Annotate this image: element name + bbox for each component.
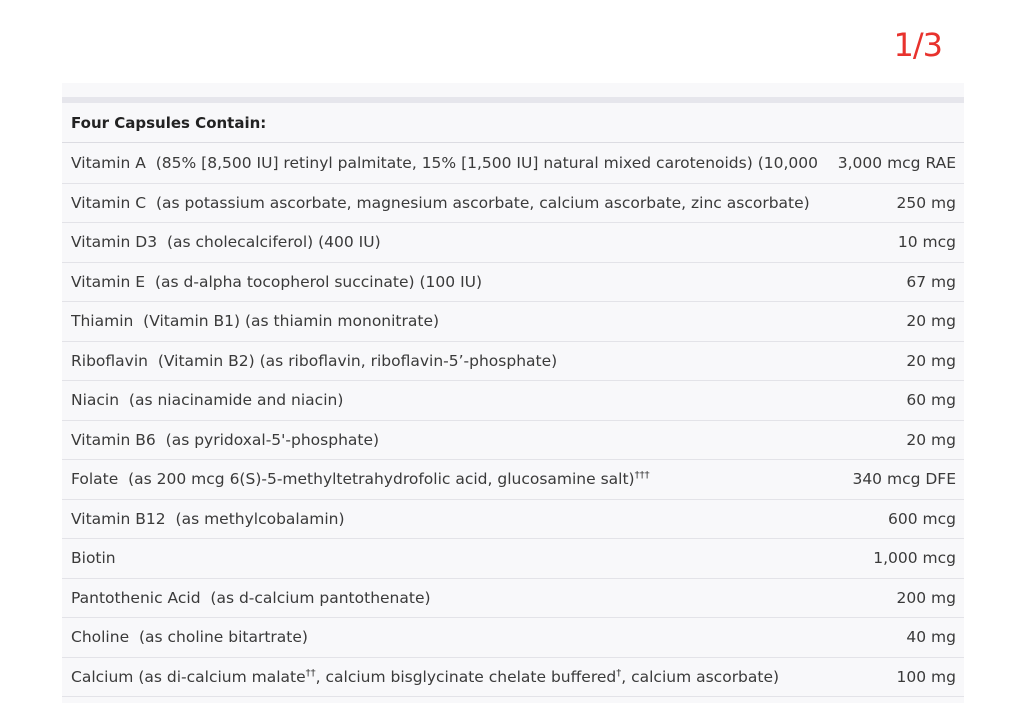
nutrient-amount: 67 mg	[906, 272, 956, 291]
nutrient-detail: (as potassium ascorbate, magnesium ascor…	[146, 193, 810, 212]
nutrient-amount: 200 mg	[896, 588, 956, 607]
nutrient-detail: (as choline bitartrate)	[129, 628, 308, 647]
nutrient-detail: (Vitamin B2) (as riboflavin, riboflavin-…	[147, 351, 558, 370]
nutrient-description: Vitamin A (85% [8,500 IU] retinyl palmit…	[71, 154, 818, 172]
supplement-facts-table: Four Capsules Contain: Vitamin A (85% [8…	[62, 83, 964, 703]
nutrient-name: Calcium	[71, 667, 134, 686]
footnote-marker: †††	[634, 470, 650, 482]
nutrient-name: Vitamin E	[71, 272, 146, 291]
table-row: Vitamin B12 (as methylcobalamin) 600 mcg	[62, 500, 964, 539]
table-row: Vitamin B6 (as pyridoxal-5'-phosphate) 20…	[62, 421, 964, 460]
page-indicator: 1/3	[893, 26, 943, 64]
table-row: Calcium (as di-calcium malate††, calcium…	[62, 658, 964, 697]
nutrient-detail: , calcium ascorbate)	[621, 667, 780, 686]
nutrient-detail: (85% [8,500 IU] retinyl palmitate, 15% […	[145, 154, 818, 173]
nutrient-amount: 20 mg	[906, 312, 956, 331]
nutrient-name: Vitamin D3	[71, 233, 158, 252]
nutrient-amount: 600 mcg	[888, 509, 956, 528]
nutrient-amount: 40 mg	[906, 628, 956, 647]
nutrient-amount: 20 mg	[906, 430, 956, 449]
table-row: Pantothenic Acid (as d-calcium pantothen…	[62, 579, 964, 618]
table-row: Vitamin D3 (as cholecalciferol) (400 IU)…	[62, 223, 964, 263]
nutrient-description: Thiamin (Vitamin B1) (as thiamin mononit…	[71, 312, 439, 330]
nutrient-amount: 250 mg	[896, 193, 956, 212]
nutrient-name: Vitamin A	[71, 154, 146, 173]
nutrient-name: Niacin	[71, 391, 120, 410]
nutrient-amount: 1,000 mcg	[873, 549, 956, 568]
nutrient-description: Pantothenic Acid (as d-calcium pantothen…	[71, 589, 431, 607]
nutrient-description: Vitamin E (as d-alpha tocopherol succina…	[71, 273, 482, 291]
table-row: Riboflavin (Vitamin B2) (as riboflavin, …	[62, 342, 964, 381]
nutrient-detail: (as 200 mcg 6(S)-5-methyltetrahydrofolic…	[118, 470, 635, 489]
nutrient-description: Vitamin B6 (as pyridoxal-5'-phosphate)	[71, 431, 379, 449]
table-header: Four Capsules Contain:	[62, 103, 964, 143]
nutrient-detail: (as cholecalciferol) (400 IU)	[157, 233, 381, 252]
nutrient-description: Niacin (as niacinamide and niacin)	[71, 391, 343, 409]
nutrient-name: Vitamin B12	[71, 509, 166, 528]
nutrient-name: Thiamin	[71, 312, 134, 331]
nutrient-amount: 20 mg	[906, 351, 956, 370]
footnote-marker: ††	[305, 667, 316, 679]
table-row: Vitamin A (85% [8,500 IU] retinyl palmit…	[62, 144, 964, 184]
table-row: Thiamin (Vitamin B1) (as thiamin mononit…	[62, 302, 964, 342]
nutrient-detail: (as d-alpha tocopherol succinate) (100 I…	[145, 272, 483, 291]
nutrient-name: Folate	[71, 470, 119, 489]
nutrient-amount: 340 mcg DFE	[852, 470, 956, 489]
table-row: Choline (as choline bitartrate) 40 mg	[62, 618, 964, 658]
nutrient-name: Vitamin C	[71, 193, 147, 212]
table-row: Vitamin C (as potassium ascorbate, magne…	[62, 184, 964, 223]
nutrient-description: Riboflavin (Vitamin B2) (as riboflavin, …	[71, 352, 557, 370]
table-row: Vitamin E (as d-alpha tocopherol succina…	[62, 263, 964, 302]
nutrient-name: Choline	[71, 628, 130, 647]
nutrient-detail: (as di-calcium malate	[138, 667, 306, 686]
nutrient-detail: (Vitamin B1) (as thiamin mononitrate)	[133, 312, 440, 331]
nutrient-name: Biotin	[71, 549, 116, 568]
table-row: Niacin (as niacinamide and niacin) 60 mg	[62, 381, 964, 421]
nutrient-detail: , calcium bisglycinate chelate buffered	[315, 667, 617, 686]
nutrient-amount: 10 mcg	[897, 233, 956, 252]
table-body: Vitamin A (85% [8,500 IU] retinyl palmit…	[62, 144, 964, 697]
nutrient-amount: 60 mg	[906, 391, 956, 410]
nutrient-description: Folate (as 200 mcg 6(S)-5-methyltetrahyd…	[71, 470, 650, 488]
nutrient-detail: (as niacinamide and niacin)	[119, 391, 344, 410]
nutrient-detail: (as d-calcium pantothenate)	[200, 588, 431, 607]
table-row: Folate (as 200 mcg 6(S)-5-methyltetrahyd…	[62, 460, 964, 500]
nutrient-detail: (as methylcobalamin)	[165, 509, 345, 528]
nutrient-name: Pantothenic Acid	[71, 588, 201, 607]
nutrient-description: Vitamin C (as potassium ascorbate, magne…	[71, 194, 810, 212]
nutrient-description: Vitamin D3 (as cholecalciferol) (400 IU)	[71, 233, 381, 251]
table-row: Biotin 1,000 mcg	[62, 539, 964, 579]
nutrient-name: Riboflavin	[71, 351, 148, 370]
nutrient-description: Calcium (as di-calcium malate††, calcium…	[71, 668, 779, 686]
nutrient-description: Vitamin B12 (as methylcobalamin)	[71, 510, 345, 528]
nutrient-description: Choline (as choline bitartrate)	[71, 628, 308, 646]
nutrient-description: Biotin	[71, 549, 116, 567]
nutrient-detail: (as pyridoxal-5'-phosphate)	[155, 430, 380, 449]
nutrient-amount: 100 mg	[896, 667, 956, 686]
nutrient-amount: 3,000 mcg RAE	[837, 154, 956, 173]
nutrient-name: Vitamin B6	[71, 430, 156, 449]
